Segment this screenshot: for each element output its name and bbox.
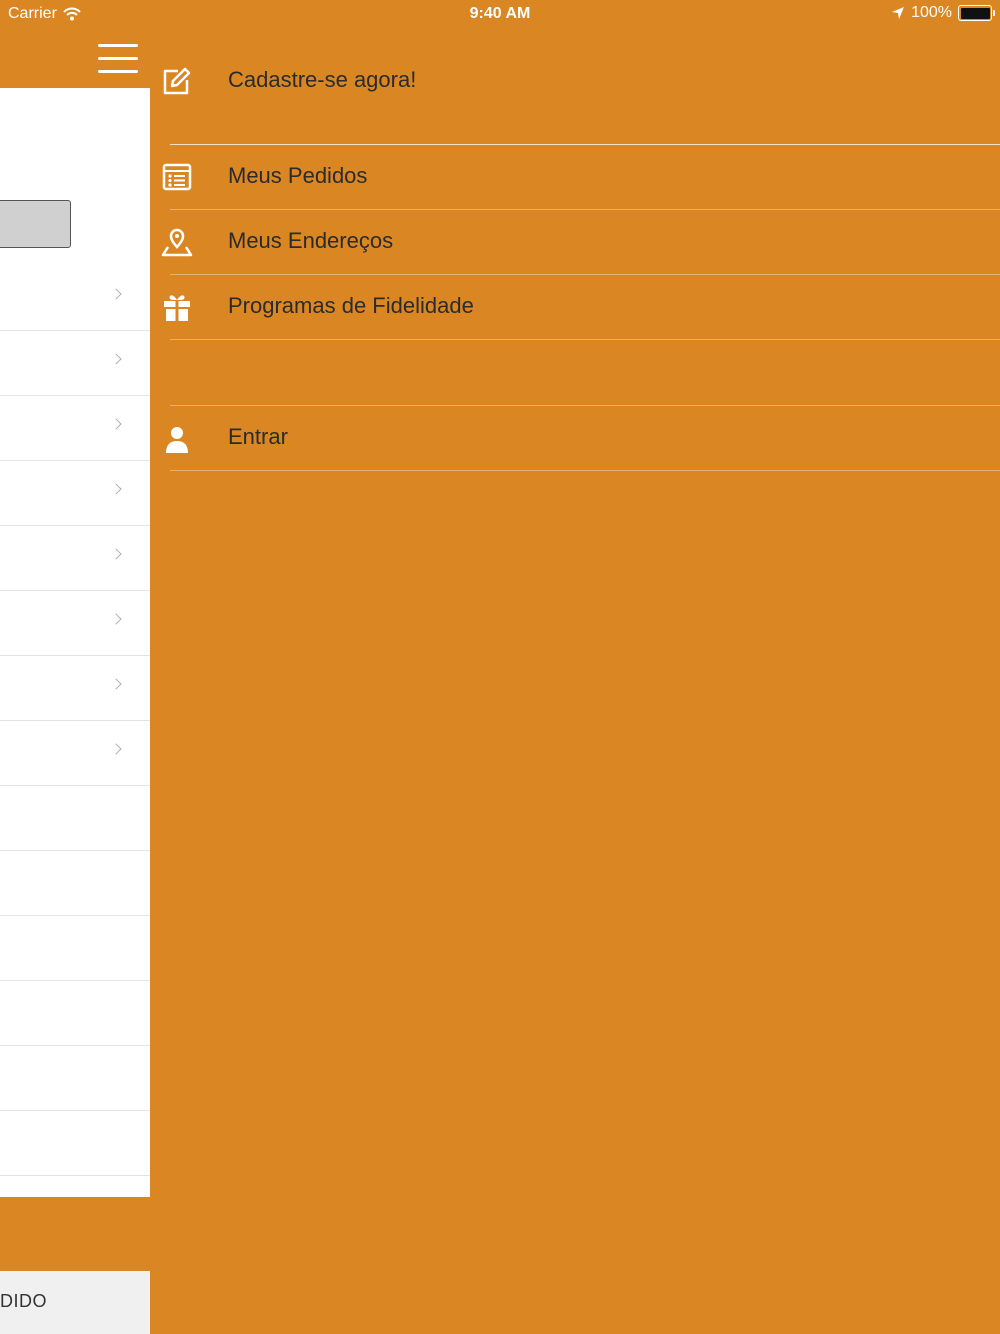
register-label: Cadastre-se agora!: [228, 67, 417, 92]
chevron-right-icon: [110, 288, 122, 300]
divider: [170, 470, 1000, 471]
bottom-order-label: DIDO: [0, 1291, 47, 1311]
register-menu-item[interactable]: Cadastre-se agora!: [160, 48, 1000, 113]
status-bar: Carrier 9:40 AM 100%: [0, 0, 1000, 28]
list-item[interactable]: [0, 851, 150, 916]
chevron-right-icon: [110, 743, 122, 755]
chevron-right-icon: [110, 613, 122, 625]
chevron-right-icon: [110, 418, 122, 430]
clock: 9:40 AM: [469, 5, 531, 22]
list-item[interactable]: [0, 1046, 150, 1111]
list-item[interactable]: [0, 656, 150, 721]
list-item[interactable]: [0, 461, 150, 526]
battery-icon: [958, 5, 995, 21]
list-item[interactable]: [0, 981, 150, 1046]
chevron-right-icon: [110, 353, 122, 365]
menu-item-label: Meus Pedidos: [228, 163, 368, 188]
menu-item-orders[interactable]: Meus Pedidos: [160, 144, 1000, 209]
chevron-right-icon: [110, 483, 122, 495]
list-item[interactable]: [0, 526, 150, 591]
menu-item-label: Programas de Fidelidade: [228, 293, 474, 318]
list-item[interactable]: [0, 331, 150, 396]
divider: [170, 339, 1000, 340]
menu-item-addresses[interactable]: Meus Endereços: [160, 209, 1000, 274]
chevron-right-icon: [110, 678, 122, 690]
gray-button[interactable]: [0, 200, 71, 248]
login-label: Entrar: [228, 424, 288, 449]
list-item[interactable]: [0, 591, 150, 656]
menu-icon[interactable]: [98, 44, 138, 76]
menu-item-loyalty[interactable]: Programas de Fidelidade: [160, 274, 1000, 339]
battery-percent: 100%: [911, 4, 952, 21]
edit-icon: [163, 67, 191, 95]
main-panel: [0, 88, 150, 1197]
map-pin-icon: [161, 228, 193, 257]
list-item[interactable]: [0, 396, 150, 461]
list-item[interactable]: [0, 916, 150, 981]
list-item[interactable]: [0, 786, 150, 851]
status-right: 100%: [891, 4, 995, 22]
location-arrow-icon: [892, 7, 905, 19]
main-footer: [0, 1197, 150, 1271]
menu-item-label: Meus Endereços: [228, 228, 394, 253]
list-item[interactable]: [0, 721, 150, 786]
list-item[interactable]: [0, 266, 150, 331]
gift-icon: [164, 295, 190, 321]
login-menu-item[interactable]: Entrar: [160, 405, 1000, 470]
chevron-right-icon: [110, 548, 122, 560]
orders-list-icon: [162, 163, 192, 191]
list-item[interactable]: [0, 1111, 150, 1176]
bottom-order-button[interactable]: DIDO: [0, 1271, 150, 1334]
user-icon: [166, 427, 188, 453]
